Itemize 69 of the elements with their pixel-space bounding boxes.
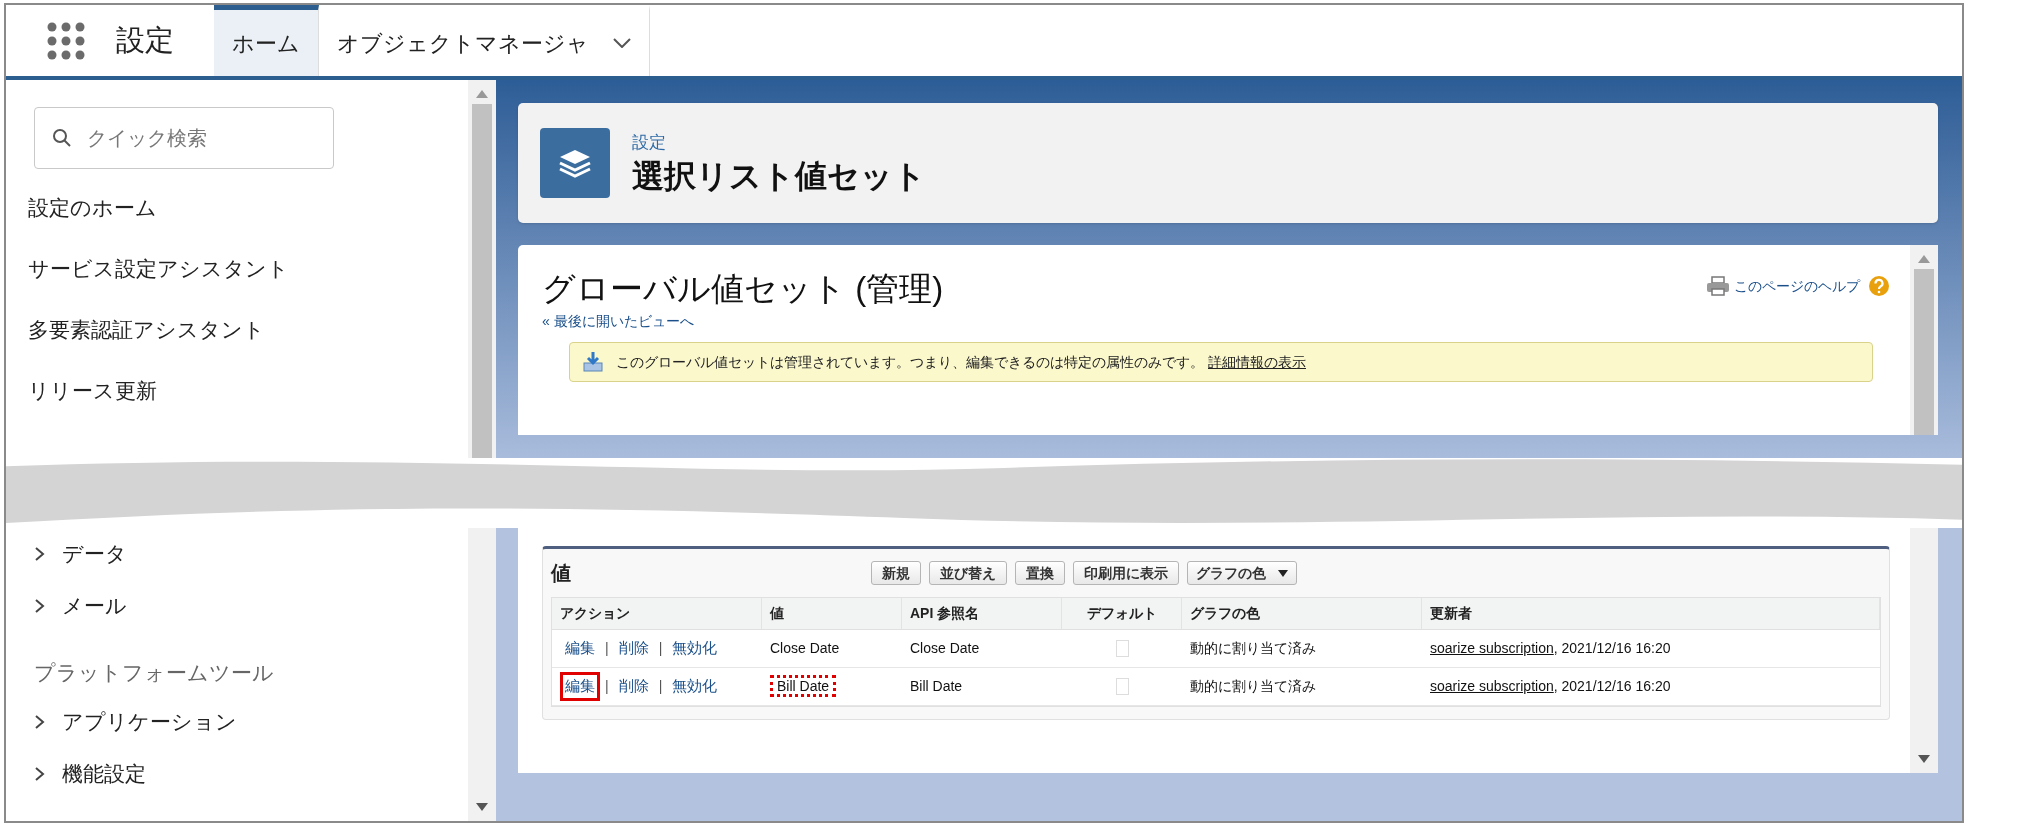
toolbar-button[interactable]: 新規 [871,561,921,585]
sidebar-link[interactable]: サービス設定アシスタント [28,252,289,285]
action-link[interactable]: 削除 [613,634,654,663]
chevron-right-icon [34,714,46,730]
search-field[interactable]: クイック検索 [34,107,334,169]
action-link[interactable]: 無効化 [667,634,723,663]
download-icon [582,351,604,373]
scroll-down-icon [476,803,488,811]
chevron-right-icon [34,598,46,614]
updated-date: , 2021/12/16 16:20 [1553,677,1671,696]
dropdown-button[interactable]: グラフの色 [1187,561,1297,585]
table-cell: Close Date [910,640,980,656]
column-header: デフォルト [1086,604,1157,623]
chevron-right-icon [34,766,46,782]
breadcrumb-link[interactable]: 設定 [632,130,666,156]
page-title: 選択リスト値セット [632,156,926,196]
table-cell: Bill Date [770,675,837,697]
scroll-up-icon [476,90,488,98]
column-header: API 参照名 [910,604,980,623]
back-link[interactable]: « 最後に開いたビューへ [542,311,694,332]
sidebar-link[interactable]: 設定のホーム [28,191,157,224]
table-cell: 動的に割り当て済み [1190,640,1316,656]
sidebar-heading: プラットフォームツール [34,659,274,686]
search-icon [52,128,72,148]
caret-icon [1278,569,1288,577]
toolbar-button[interactable]: 並び替え [929,561,1007,585]
toolbar-button[interactable]: 印刷用に表示 [1073,561,1179,585]
app-launcher-icon[interactable] [46,20,86,61]
action-link[interactable]: 編集 [560,672,600,701]
table-cell: Close Date [770,640,840,656]
section-title: 値 [551,561,572,586]
sidebar-item[interactable]: 機能設定 [34,748,146,800]
separator-text: | [605,639,609,658]
user-link[interactable]: soarize subscription [1430,676,1554,697]
scroll-down-icon [1918,755,1930,763]
sidebar-item[interactable]: メール [34,580,127,632]
column-header: 値 [770,604,784,623]
toolbar-button[interactable]: 置換 [1015,561,1065,585]
notice-text: このグローバル値セットは管理されています。つまり、編集できるのは特定の属性のみです。 [616,353,1204,370]
sidebar-item[interactable]: アプリケーション [34,696,237,748]
printer-icon [1706,276,1730,296]
column-header: アクション [560,604,630,623]
action-link[interactable]: 無効化 [667,672,723,701]
separator-text: | [658,639,663,658]
scrollbar-thumb[interactable] [472,104,492,458]
separator-text: | [658,677,663,696]
panel-title: グローバル値セット (管理) [542,269,944,309]
details-link[interactable]: 詳細情報の表示 [1208,353,1306,370]
updated-date: , 2021/12/16 16:20 [1553,639,1671,658]
separator-text: | [605,677,609,696]
app-title: 設定 [116,22,174,58]
column-header: 更新者 [1430,604,1472,623]
scrollbar-thumb[interactable] [1914,269,1934,435]
nav-tab[interactable]: ホーム [214,5,319,76]
sidebar-link[interactable]: リリース更新 [28,374,157,407]
action-link[interactable]: 編集 [560,634,600,663]
layers-icon [540,128,610,198]
action-link[interactable]: 削除 [613,672,654,701]
scroll-up-icon [1918,255,1930,263]
table-cell: 動的に割り当て済み [1190,678,1316,694]
help-link[interactable]: このページのヘルプ [1706,275,1860,297]
sidebar-item[interactable]: データ [34,528,127,580]
table-cell: Bill Date [910,678,963,694]
chevron-down-icon[interactable] [613,38,631,48]
help-icon[interactable] [1868,275,1890,297]
user-link[interactable]: soarize subscription [1430,638,1554,659]
chevron-right-icon [34,546,46,562]
sidebar-link[interactable]: 多要素認証アシスタント [28,313,265,346]
column-header: グラフの色 [1190,604,1260,623]
